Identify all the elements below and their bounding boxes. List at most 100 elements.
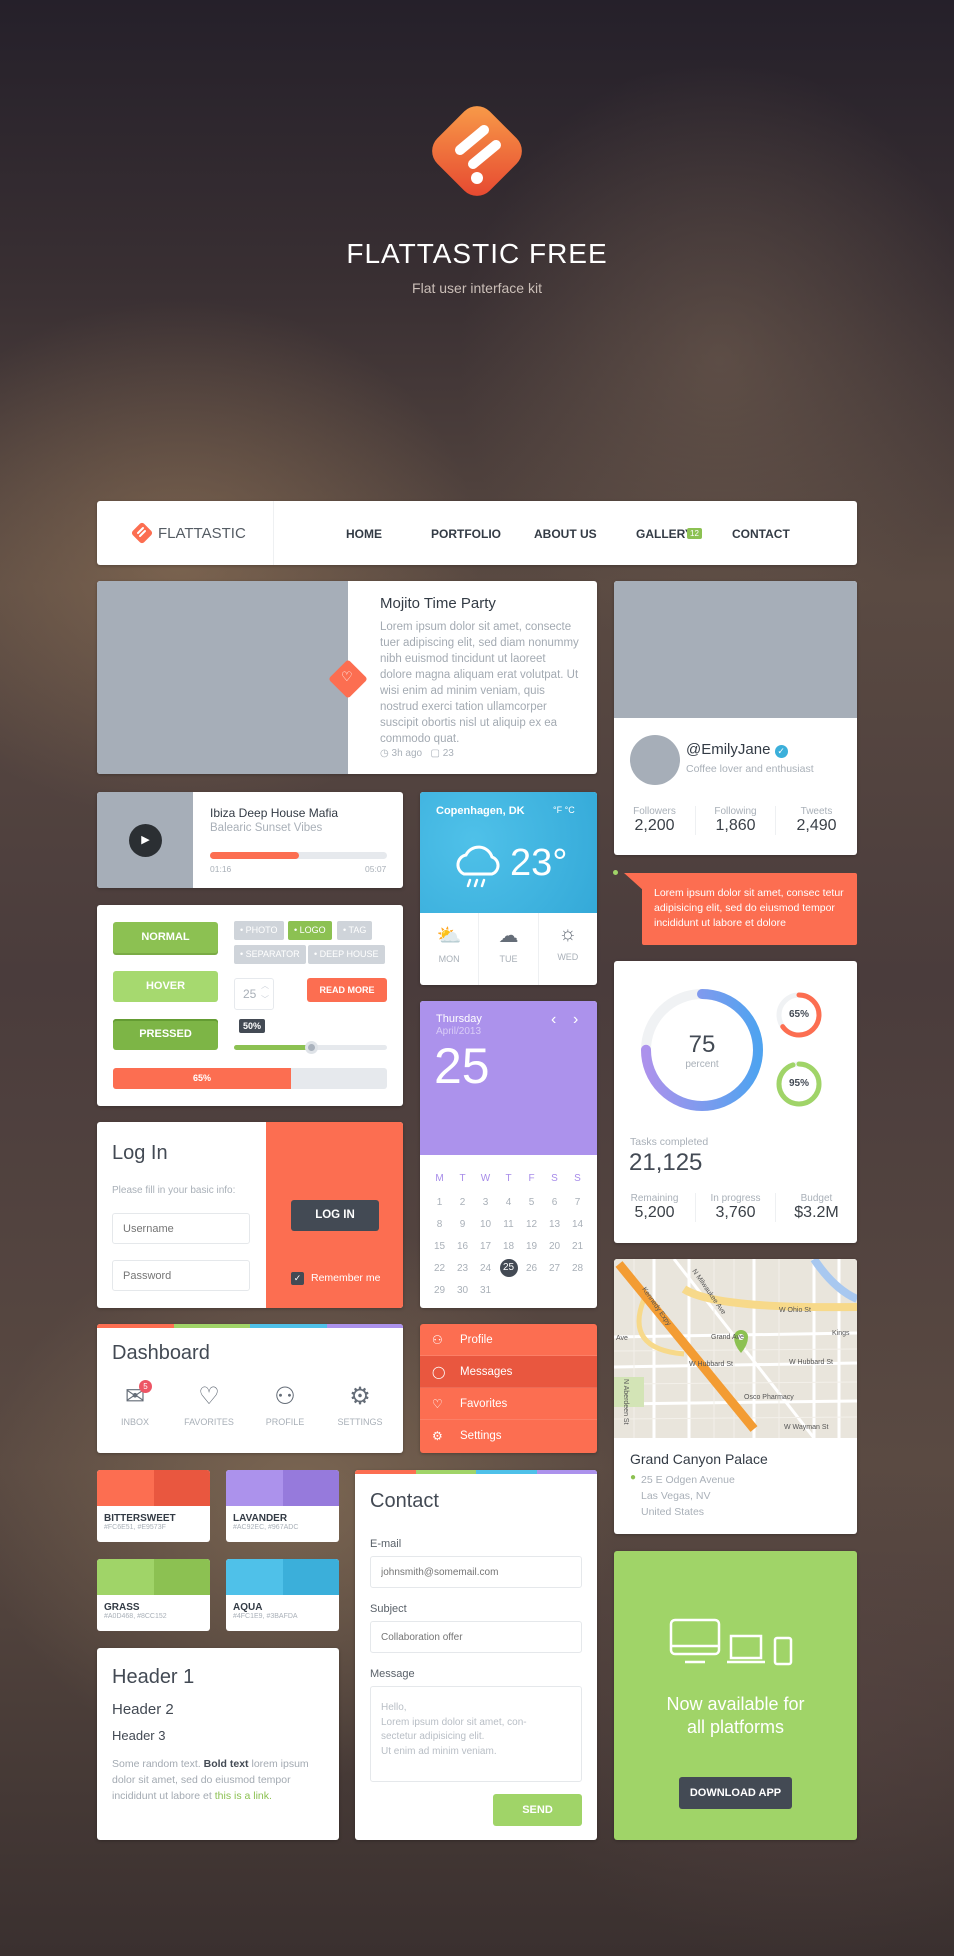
track-progress[interactable]	[210, 852, 387, 859]
email-input[interactable]	[370, 1556, 582, 1588]
calendar-day-cell[interactable]: 19	[520, 1235, 543, 1257]
calendar-day: 25	[434, 1038, 490, 1094]
calendar-day-cell[interactable]: 8	[428, 1213, 451, 1235]
calendar-day-cell[interactable]: 21	[566, 1235, 589, 1257]
calendar-day-cell[interactable]: 29	[428, 1279, 451, 1301]
tag-separator[interactable]: • SEPARATOR	[234, 945, 306, 964]
chevron-up-icon[interactable]: ︿	[261, 980, 269, 991]
forecast-wed: ☼ WED	[539, 913, 597, 985]
calendar-day-cell[interactable]: 9	[451, 1213, 474, 1235]
menu-item-messages[interactable]: ◯ Messages	[420, 1356, 597, 1388]
download-app-button[interactable]: DOWNLOAD APP	[679, 1777, 792, 1809]
map-card: W Ohio St Kings Ave Grand Ave W Hubbard St W …	[614, 1259, 857, 1534]
send-button[interactable]: SEND	[493, 1794, 582, 1826]
calendar-day-cell[interactable]: 4	[497, 1191, 520, 1213]
calendar-day-cell[interactable]: 18	[497, 1235, 520, 1257]
calendar-day-cell[interactable]: 5	[520, 1191, 543, 1213]
ring-unit: percent	[685, 1059, 719, 1070]
calendar-day-cell[interactable]: 13	[543, 1213, 566, 1235]
calendar-day-cell[interactable]: 24	[474, 1257, 497, 1279]
dashboard-inbox[interactable]: ✉ 5 INBOX	[105, 1380, 165, 1427]
remember-checkbox[interactable]: ✓	[291, 1272, 304, 1285]
calendar-day-cell[interactable]: 2	[451, 1191, 474, 1213]
dashboard-profile[interactable]: ⚇ PROFILE	[255, 1382, 315, 1427]
menu-item-profile[interactable]: ⚇ Profile	[420, 1324, 597, 1356]
menu-item-favorites[interactable]: ♡ Favorites	[420, 1388, 597, 1420]
nav-home[interactable]: HOME	[346, 527, 382, 541]
gallery-badge: 12	[687, 528, 702, 539]
calendar-day-cell[interactable]: 31	[474, 1279, 497, 1301]
calendar-day-cell[interactable]: 15	[428, 1235, 451, 1257]
calendar-day-cell[interactable]: 22	[428, 1257, 451, 1279]
play-button[interactable]: ▶	[129, 824, 162, 857]
read-more-button[interactable]: READ MORE	[307, 978, 387, 1002]
pressed-button[interactable]: PRESSED	[113, 1019, 218, 1050]
menu-item-settings[interactable]: ⚙ Settings	[420, 1420, 597, 1452]
map[interactable]: W Ohio St Kings Ave Grand Ave W Hubbard St W …	[614, 1259, 857, 1438]
username-input[interactable]	[112, 1213, 250, 1244]
unit-toggle[interactable]: °F °C	[553, 805, 575, 815]
slider-handle[interactable]	[304, 1041, 318, 1054]
message-label: Message	[370, 1668, 415, 1680]
next-month-button[interactable]: ›	[573, 1011, 578, 1029]
track-progress-fill	[210, 852, 299, 859]
message-textarea[interactable]: Hello, Lorem ipsum dolor sit amet, con-se…	[370, 1686, 582, 1782]
calendar-day-cell[interactable]: 10	[474, 1213, 497, 1235]
tooltip-dot	[613, 870, 618, 875]
login-card: Log In Please fill in your basic info: L…	[97, 1122, 403, 1308]
nav-gallery[interactable]: GALLERY	[636, 527, 693, 541]
calendar-day-cell	[543, 1279, 566, 1301]
blog-comments[interactable]: 23	[443, 748, 454, 759]
calendar-day-cell[interactable]: 26	[520, 1257, 543, 1279]
login-button[interactable]: LOG IN	[291, 1200, 379, 1231]
prev-month-button[interactable]: ‹	[551, 1011, 556, 1029]
calendar-day-cell[interactable]: 12	[520, 1213, 543, 1235]
brand-logo-icon	[131, 522, 153, 544]
nav-portfolio[interactable]: PORTFOLIO	[431, 527, 501, 541]
calendar-day-cell[interactable]: 11	[497, 1213, 520, 1235]
chevron-down-icon[interactable]: ﹀	[261, 994, 269, 1005]
password-input[interactable]	[112, 1260, 250, 1291]
calendar-day-cell[interactable]: 27	[543, 1257, 566, 1279]
calendar-day-cell[interactable]: 20	[543, 1235, 566, 1257]
profile-card: @EmilyJane ✓ Coffee lover and enthusiast…	[614, 581, 857, 855]
user-icon: ⚇	[274, 1383, 296, 1410]
calendar-day-cell[interactable]: 28	[566, 1257, 589, 1279]
calendar-day-cell[interactable]: 17	[474, 1235, 497, 1257]
svg-text:Grand Ave: Grand Ave	[711, 1334, 744, 1341]
avatar[interactable]	[630, 735, 680, 785]
dashboard-card: Dashboard ✉ 5 INBOX ♡ FAVORITES ⚇ PROFILE ⚙ S…	[97, 1324, 403, 1453]
calendar-day-cell[interactable]: 1	[428, 1191, 451, 1213]
brand[interactable]: FLATTASTIC	[130, 521, 246, 545]
blog-meta: ◷ 3h ago ▢ 23	[380, 748, 454, 759]
blog-card: ♡ Mojito Time Party Lorem ipsum dolor si…	[97, 581, 597, 774]
calendar-day-cell[interactable]: 25	[497, 1257, 520, 1279]
hover-button[interactable]: HOVER	[113, 971, 218, 1002]
nav-about[interactable]: ABOUT US	[534, 527, 597, 541]
remember-label[interactable]: Remember me	[311, 1272, 380, 1284]
dashboard-settings[interactable]: ⚙ SETTINGS	[330, 1382, 390, 1427]
dashboard-favorites[interactable]: ♡ FAVORITES	[179, 1382, 239, 1427]
header-3: Header 3	[112, 1728, 166, 1743]
calendar-day-cell[interactable]: 14	[566, 1213, 589, 1235]
small-ring-label-1: 65%	[788, 1009, 809, 1020]
calendar-day-cell[interactable]: 30	[451, 1279, 474, 1301]
tag-deep-house[interactable]: • DEEP HOUSE	[308, 945, 385, 964]
nav-contact[interactable]: CONTACT	[732, 527, 790, 541]
text-link[interactable]: this is a link.	[215, 1790, 272, 1802]
profile-handle[interactable]: @EmilyJane	[686, 741, 770, 758]
subject-input[interactable]	[370, 1621, 582, 1653]
elapsed-time: 01:16	[210, 864, 232, 874]
sun-icon: ☼	[558, 923, 577, 945]
calendar-day-cell[interactable]: 6	[543, 1191, 566, 1213]
tag-tag[interactable]: • TAG	[337, 921, 373, 940]
calendar-day-cell[interactable]: 16	[451, 1235, 474, 1257]
quantity-stepper[interactable]: 25 ︿ ﹀	[234, 978, 274, 1010]
normal-button[interactable]: NORMAL	[113, 922, 218, 953]
tag-photo[interactable]: • PHOTO	[234, 921, 284, 940]
calendar-day-cell[interactable]: 3	[474, 1191, 497, 1213]
track-subtitle: Balearic Sunset Vibes	[210, 822, 323, 834]
tag-logo[interactable]: • LOGO	[288, 921, 332, 940]
calendar-day-cell[interactable]: 23	[451, 1257, 474, 1279]
calendar-day-cell[interactable]: 7	[566, 1191, 589, 1213]
